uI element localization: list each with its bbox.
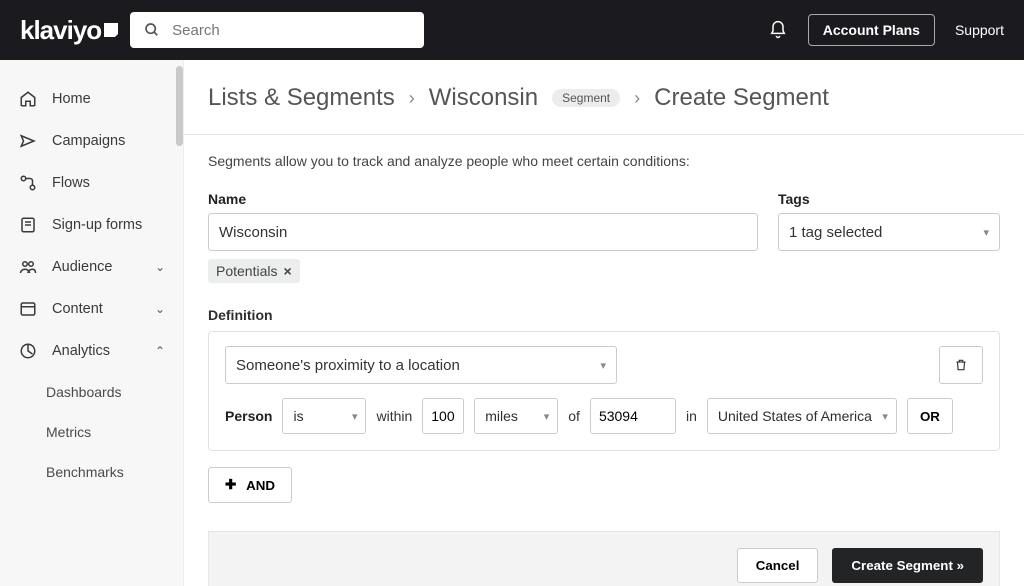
- logo[interactable]: klaviyo: [20, 15, 118, 46]
- sidebar-item-label: Sign-up forms: [52, 217, 142, 233]
- page-description: Segments allow you to track and analyze …: [208, 153, 1000, 169]
- zip-input[interactable]: [590, 398, 676, 434]
- search-icon: [142, 22, 162, 38]
- footer-bar: Cancel Create Segment »: [208, 531, 1000, 586]
- sidebar-item-label: Content: [52, 301, 103, 317]
- search-input[interactable]: [172, 22, 412, 39]
- chevron-right-icon: ›: [634, 88, 640, 109]
- is-select[interactable]: is: [282, 398, 366, 434]
- audience-icon: [18, 258, 38, 276]
- sidebar-item-label: Audience: [52, 259, 112, 275]
- sidebar-item-flows[interactable]: Flows: [0, 162, 183, 204]
- cancel-button[interactable]: Cancel: [737, 548, 819, 583]
- chevron-down-icon: ⌄: [155, 302, 165, 316]
- of-label: of: [568, 408, 580, 424]
- country-select[interactable]: United States of America: [707, 398, 897, 434]
- forms-icon: [18, 216, 38, 234]
- sidebar: Home Campaigns Flows Sign-up forms Audie…: [0, 60, 184, 586]
- breadcrumb-leaf: Create Segment: [654, 84, 829, 112]
- name-label: Name: [208, 191, 758, 207]
- segment-pill: Segment: [552, 89, 620, 107]
- sidebar-item-label: Analytics: [52, 343, 110, 359]
- in-label: in: [686, 408, 697, 424]
- analytics-icon: [18, 342, 38, 360]
- home-icon: [18, 90, 38, 108]
- main-content: Lists & Segments › Wisconsin Segment › C…: [184, 60, 1024, 586]
- campaigns-icon: [18, 132, 38, 150]
- support-link[interactable]: Support: [955, 22, 1004, 38]
- create-segment-button[interactable]: Create Segment »: [832, 548, 983, 583]
- sidebar-item-campaigns[interactable]: Campaigns: [0, 120, 183, 162]
- person-label: Person: [225, 408, 272, 424]
- sidebar-item-audience[interactable]: Audience ⌄: [0, 246, 183, 288]
- content-icon: [18, 300, 38, 318]
- add-and-button[interactable]: ✚ AND: [208, 467, 292, 503]
- sidebar-item-label: Campaigns: [52, 133, 125, 149]
- sidebar-item-home[interactable]: Home: [0, 78, 183, 120]
- search-field[interactable]: [130, 12, 424, 48]
- condition-type-value: Someone's proximity to a location: [236, 357, 460, 374]
- definition-label: Definition: [208, 307, 1000, 323]
- tags-label: Tags: [778, 191, 1000, 207]
- chevron-down-icon: ▾: [600, 359, 606, 372]
- sidebar-item-content[interactable]: Content ⌄: [0, 288, 183, 330]
- sidebar-item-label: Home: [52, 91, 91, 107]
- or-button[interactable]: OR: [907, 398, 953, 434]
- chevron-up-icon: ⌃: [155, 344, 165, 358]
- distance-input[interactable]: [422, 398, 464, 434]
- sidebar-sub-metrics[interactable]: Metrics: [0, 412, 183, 452]
- within-label: within: [376, 408, 412, 424]
- sidebar-scrollbar[interactable]: [176, 66, 183, 146]
- logo-text: klaviyo: [20, 15, 101, 46]
- country-select-value: United States of America: [718, 408, 872, 424]
- condition-type-select[interactable]: Someone's proximity to a location ▾: [225, 346, 617, 384]
- tag-chip[interactable]: Potentials ×: [208, 259, 300, 283]
- definition-box: Someone's proximity to a location ▾ Pers…: [208, 331, 1000, 451]
- chevron-right-icon: ›: [409, 88, 415, 109]
- sidebar-item-label: Flows: [52, 175, 90, 191]
- chevron-down-icon: ⌄: [155, 260, 165, 274]
- unit-select[interactable]: miles: [474, 398, 558, 434]
- unit-select-value: miles: [485, 408, 518, 424]
- tags-select[interactable]: 1 tag selected ▾: [778, 213, 1000, 251]
- tag-chip-label: Potentials: [216, 263, 277, 279]
- remove-tag-icon[interactable]: ×: [283, 263, 291, 279]
- segment-name-input[interactable]: [208, 213, 758, 251]
- sidebar-item-analytics[interactable]: Analytics ⌃: [0, 330, 183, 372]
- trash-icon: [954, 357, 968, 373]
- is-select-value: is: [293, 408, 303, 424]
- breadcrumb: Lists & Segments › Wisconsin Segment › C…: [184, 60, 1024, 134]
- account-plans-button[interactable]: Account Plans: [808, 14, 935, 46]
- sidebar-sub-benchmarks[interactable]: Benchmarks: [0, 452, 183, 492]
- plus-icon: ✚: [225, 477, 236, 493]
- breadcrumb-segment[interactable]: Wisconsin: [429, 84, 538, 112]
- sidebar-item-signup-forms[interactable]: Sign-up forms: [0, 204, 183, 246]
- chevron-down-icon: ▾: [983, 226, 989, 239]
- delete-condition-button[interactable]: [939, 346, 983, 384]
- logo-mark-icon: [104, 23, 118, 37]
- topbar: klaviyo Account Plans Support: [0, 0, 1024, 60]
- tags-select-value: 1 tag selected: [789, 224, 882, 241]
- and-label: AND: [246, 478, 275, 493]
- sidebar-sub-dashboards[interactable]: Dashboards: [0, 372, 183, 412]
- breadcrumb-root[interactable]: Lists & Segments: [208, 84, 395, 112]
- flows-icon: [18, 174, 38, 192]
- bell-icon[interactable]: [768, 20, 788, 40]
